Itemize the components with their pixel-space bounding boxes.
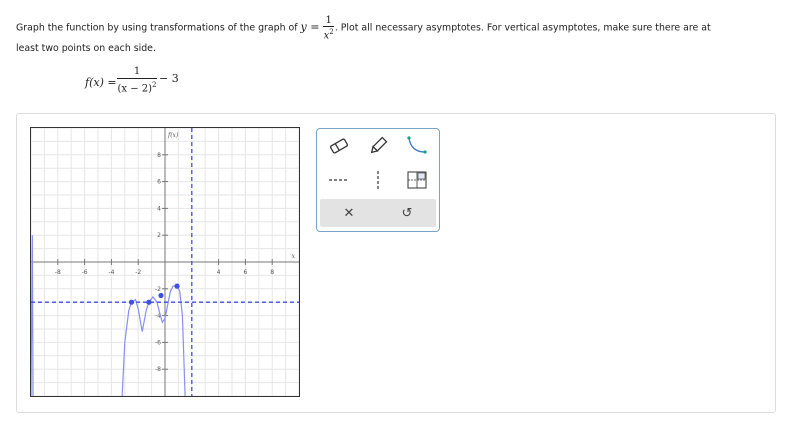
x-tick-label: -2 (135, 269, 141, 276)
function-tail: − 3 (159, 72, 179, 85)
plotted-point (128, 299, 135, 305)
y-tick-label: -2 (155, 286, 161, 293)
x-tick-label: 8 (270, 269, 274, 276)
y-tick-label: -8 (155, 366, 161, 373)
y-tick-label: -6 (155, 339, 161, 346)
question-text-part2: . Plot all necessary asymptotes. For ver… (334, 22, 711, 34)
x-tick-label: -6 (82, 269, 88, 276)
x-tick-label: 4 (217, 269, 221, 276)
graphing-canvas[interactable]: -8 -6 -4 -2 4 6 8 8 6 4 2 -2 -4 -6 -8 x f(x) (30, 127, 300, 397)
function-lhs: f(x) = (85, 76, 117, 89)
question-fraction: 1 x2 (323, 15, 334, 41)
eraser-icon (329, 138, 349, 154)
grid-tool-button[interactable] (399, 165, 435, 195)
grid-icon (407, 171, 427, 189)
y-tick-label: 4 (157, 205, 161, 212)
function-denominator-exp: 2 (152, 81, 157, 89)
question-y-eq: y = (300, 20, 320, 34)
plotted-point (158, 292, 164, 299)
question-frac-den-exp: 2 (329, 28, 334, 36)
x-tick-label: -4 (108, 269, 114, 276)
function-denominator: (x − 2)2 (117, 79, 157, 95)
graph-toolbox: ✕ ↺ (316, 128, 440, 232)
x-tick-label: 6 (243, 269, 247, 276)
clear-button[interactable]: ✕ (320, 199, 378, 227)
horizontal-asymptote-tool-button[interactable] (321, 165, 357, 195)
function-fraction: 1 (x − 2)2 (117, 66, 157, 95)
question-frac-den: x2 (323, 27, 334, 41)
toolbox-action-bar: ✕ ↺ (320, 199, 436, 227)
curve-tool-button[interactable] (399, 131, 435, 161)
undo-button[interactable]: ↺ (378, 199, 436, 227)
eraser-tool-button[interactable] (321, 131, 357, 161)
y-tick-label: 2 (157, 232, 161, 239)
y-tick-label: 8 (157, 152, 161, 159)
graph-svg[interactable]: -8 -6 -4 -2 4 6 88642-2-4-6-8xf(x) (31, 128, 299, 396)
plotted-point (174, 283, 180, 289)
vertical-asymptote-icon (377, 171, 379, 189)
plotted-point (146, 299, 152, 305)
vertical-asymptote-tool-button[interactable] (360, 165, 396, 195)
pencil-tool-button[interactable] (360, 131, 396, 161)
y-tick-label: 6 (157, 179, 161, 186)
x-tick-label: -8 (55, 269, 61, 276)
question-line-2: least two points on each side. (16, 43, 156, 54)
curve-icon (407, 136, 427, 154)
function-numerator: 1 (117, 66, 157, 79)
horizontal-asymptote-icon (329, 179, 349, 181)
function-denominator-base: (x − 2) (117, 83, 153, 95)
question-frac-num: 1 (323, 15, 334, 27)
x-axis-label: x (292, 253, 296, 260)
question-line-1: Graph the function by using transformati… (16, 15, 711, 41)
question-text-part1: Graph the function by using transformati… (16, 22, 301, 34)
pencil-icon (370, 136, 388, 154)
y-axis-label: f(x) (167, 132, 179, 139)
